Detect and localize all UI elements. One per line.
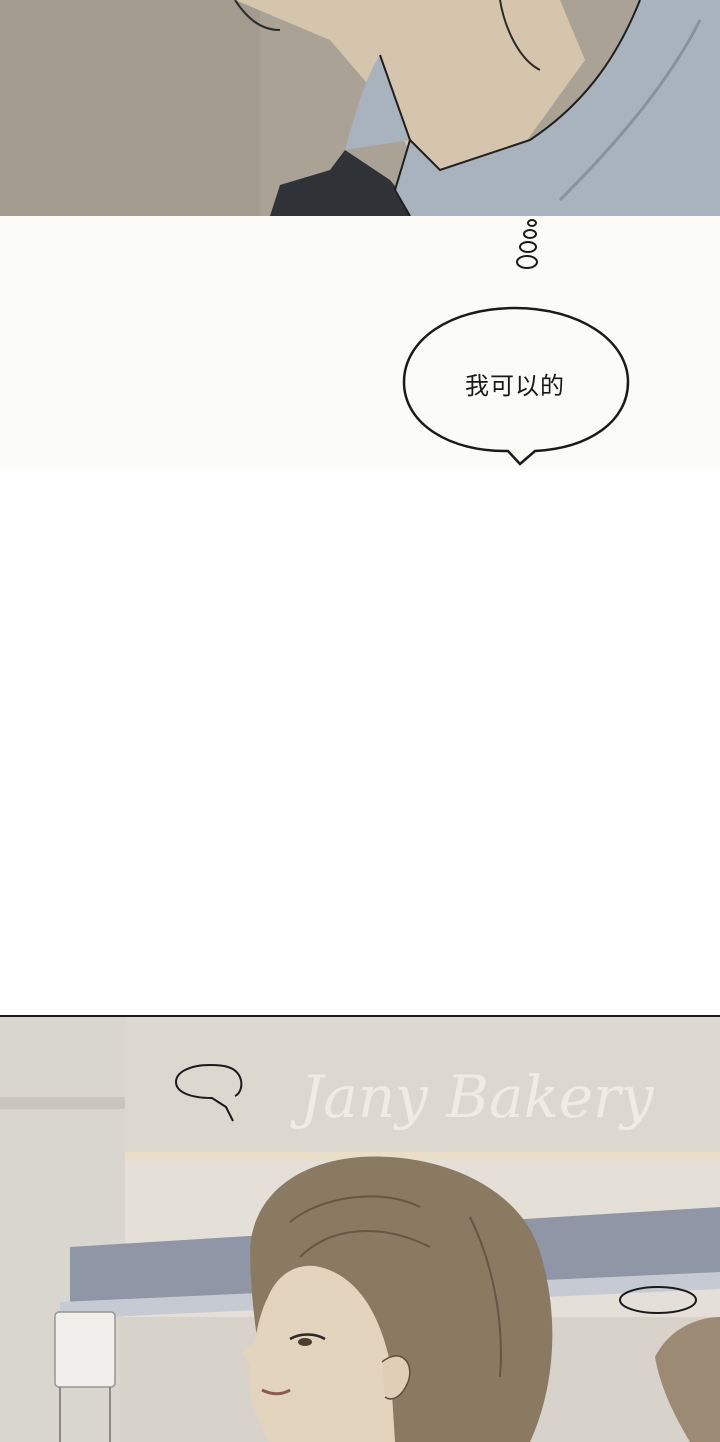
thought-dot bbox=[523, 229, 537, 239]
panel-top-character-shirt bbox=[0, 0, 720, 218]
wall-poster bbox=[54, 1311, 116, 1388]
pillar-ledge bbox=[0, 1097, 125, 1109]
panel-top-illustration bbox=[0, 0, 720, 216]
panel-bottom-illustration: Jany Bakery bbox=[0, 1017, 720, 1442]
shop-sign: Jany Bakery bbox=[290, 1063, 655, 1131]
thought-dot bbox=[527, 219, 537, 227]
panel-top-wall bbox=[0, 0, 260, 216]
sign-trim bbox=[125, 1152, 720, 1160]
thought-dot bbox=[516, 255, 538, 269]
character-iris bbox=[298, 1338, 312, 1346]
speech-bubble-text: 我可以的 bbox=[465, 371, 565, 400]
panel-bottom-bakery-scene: Jany Bakery bbox=[0, 1015, 720, 1442]
thought-dot bbox=[519, 241, 537, 253]
